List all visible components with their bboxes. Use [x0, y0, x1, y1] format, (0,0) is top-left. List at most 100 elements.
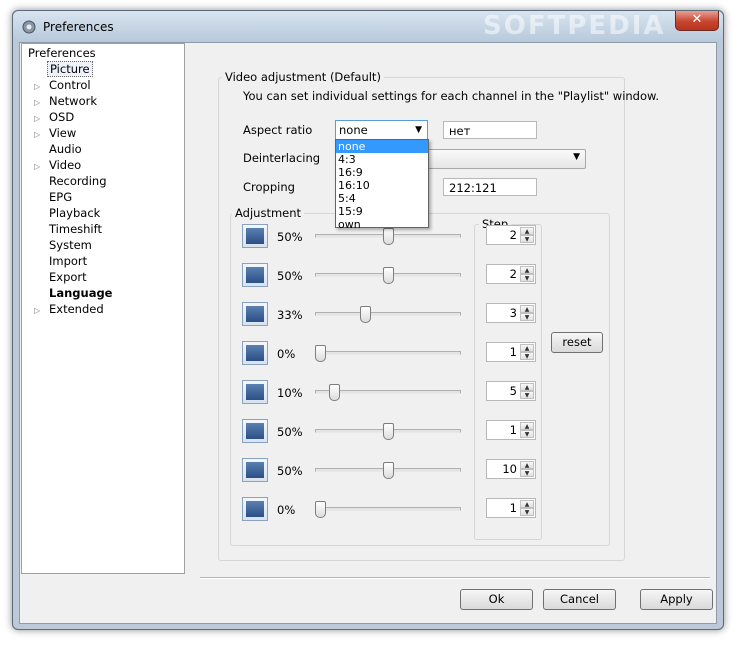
step-spinbox[interactable]: 1 ▲ ▼	[486, 498, 536, 518]
sharpness-button[interactable]	[242, 419, 268, 443]
aspect-option[interactable]: 5:4	[336, 192, 428, 205]
spin-up-icon[interactable]: ▲	[520, 344, 534, 352]
spin-down-icon[interactable]: ▼	[520, 469, 534, 477]
spin-buttons: ▲ ▼	[520, 266, 534, 282]
cancel-button[interactable]: Cancel	[543, 589, 616, 610]
adjust-slider-track[interactable]	[315, 312, 461, 316]
expand-arrow-icon[interactable]: ▷	[34, 303, 47, 319]
aspect-option[interactable]: own	[336, 218, 428, 231]
tree-item-timeshift[interactable]: Timeshift	[34, 221, 104, 237]
aspect-option[interactable]: none	[336, 140, 428, 153]
adjust-slider-thumb[interactable]	[315, 345, 326, 362]
step-spinbox[interactable]: 2 ▲ ▼	[486, 225, 536, 245]
step-spinbox[interactable]: 2 ▲ ▼	[486, 264, 536, 284]
spin-up-icon[interactable]: ▲	[520, 227, 534, 235]
adjust-slider-thumb[interactable]	[382, 423, 394, 440]
spin-up-icon[interactable]: ▲	[520, 305, 534, 313]
step-value: 1	[509, 423, 517, 437]
spin-down-icon[interactable]: ▼	[520, 430, 534, 438]
adjust-slider-thumb[interactable]	[382, 267, 394, 284]
apply-button[interactable]: Apply	[640, 589, 713, 610]
hue-button[interactable]	[242, 341, 268, 365]
tree-item-label: Extended	[49, 302, 104, 316]
tree-item-label: OSD	[49, 110, 75, 124]
spin-down-icon[interactable]: ▼	[520, 235, 534, 243]
volume-icon	[246, 462, 264, 478]
aspect-ratio-dropdown[interactable]: none 4:3 16:9 16:10 5:4 15:9 own	[335, 139, 429, 231]
contrast-icon	[246, 267, 264, 283]
tree-item-label: System	[49, 238, 92, 252]
spin-down-icon[interactable]: ▼	[520, 274, 534, 282]
tree-item-control[interactable]: ▷ Control	[34, 77, 93, 93]
ok-button[interactable]: Ok	[460, 589, 533, 610]
tree-root[interactable]: Preferences	[28, 46, 96, 60]
aspect-option[interactable]: 16:9	[336, 166, 428, 179]
aspect-ratio-select[interactable]: none ▼	[335, 120, 428, 140]
title-bar[interactable]: Preferences SOFTPEDIA ✕	[13, 11, 723, 43]
adjust-value: 10%	[277, 386, 303, 400]
aspect-option[interactable]: 15:9	[336, 205, 428, 218]
close-button[interactable]: ✕	[675, 11, 719, 31]
tree-item-picture[interactable]: Picture	[34, 61, 93, 77]
step-spinbox[interactable]: 10 ▲ ▼	[486, 459, 536, 479]
spin-up-icon[interactable]: ▲	[520, 500, 534, 508]
tree-item-playback[interactable]: Playback	[34, 205, 102, 221]
tree-item-extended[interactable]: ▷ Extended	[34, 301, 106, 317]
tree-item-audio[interactable]: Audio	[34, 141, 84, 157]
tree-item-label: Language	[49, 286, 113, 300]
adjust-slider-thumb[interactable]	[359, 306, 371, 323]
aspect-ratio-value: none	[339, 123, 368, 137]
adjust-slider-track[interactable]	[315, 507, 461, 511]
aspect-ratio-label: Aspect ratio	[243, 123, 313, 137]
reset-button[interactable]: reset	[551, 332, 603, 353]
gamma-icon	[246, 384, 264, 400]
tree-item-label: Timeshift	[49, 222, 102, 236]
tree-item-label: Recording	[49, 174, 107, 188]
aspect-option[interactable]: 16:10	[336, 179, 428, 192]
spin-up-icon[interactable]: ▲	[520, 461, 534, 469]
adjust-value: 50%	[277, 230, 303, 244]
spin-down-icon[interactable]: ▼	[520, 391, 534, 399]
tree-item-network[interactable]: ▷ Network	[34, 93, 99, 109]
step-spinbox[interactable]: 1 ▲ ▼	[486, 342, 536, 362]
adjust-slider-thumb[interactable]	[328, 384, 340, 401]
step-spinbox[interactable]: 1 ▲ ▼	[486, 420, 536, 440]
tree-item-label: Network	[49, 94, 98, 108]
spin-down-icon[interactable]: ▼	[520, 313, 534, 321]
saturation-button[interactable]	[242, 302, 268, 326]
step-spinbox[interactable]: 5 ▲ ▼	[486, 381, 536, 401]
tree-item-system[interactable]: System	[34, 237, 94, 253]
spin-up-icon[interactable]: ▲	[520, 383, 534, 391]
tree-item-language[interactable]: Language	[34, 285, 115, 301]
aspect-ratio-text[interactable]: нет	[443, 121, 537, 139]
tree-item-export[interactable]: Export	[34, 269, 89, 285]
tree-item-label: Video	[49, 158, 82, 172]
spin-up-icon[interactable]: ▲	[520, 266, 534, 274]
spin-up-icon[interactable]: ▲	[520, 422, 534, 430]
tree-item-osd[interactable]: ▷ OSD	[34, 109, 76, 125]
spin-down-icon[interactable]: ▼	[520, 508, 534, 516]
tree-item-recording[interactable]: Recording	[34, 173, 109, 189]
adjust-slider-thumb[interactable]	[382, 462, 394, 479]
brightness-button[interactable]	[242, 224, 268, 248]
dialog-client: Preferences Picture ▷ Control ▷ Network ▷ OSD ▷…	[19, 42, 717, 624]
adjust-slider-thumb[interactable]	[315, 501, 326, 518]
tree-item-view[interactable]: ▷ View	[34, 125, 78, 141]
cropping-input[interactable]: 212:121	[443, 178, 537, 196]
deinterlacing-label: Deinterlacing	[243, 151, 321, 165]
gamma-button[interactable]	[242, 380, 268, 404]
contrast-button[interactable]	[242, 263, 268, 287]
tree-item-import[interactable]: Import	[34, 253, 89, 269]
step-value: 2	[509, 267, 517, 281]
spin-down-icon[interactable]: ▼	[520, 352, 534, 360]
saturation-icon	[246, 306, 264, 322]
volume-button[interactable]	[242, 458, 268, 482]
noise-reduction-button[interactable]	[242, 497, 268, 521]
aspect-option[interactable]: 4:3	[336, 153, 428, 166]
chevron-down-icon: ▼	[573, 152, 580, 162]
bottom-separator	[200, 577, 710, 579]
tree-item-epg[interactable]: EPG	[34, 189, 74, 205]
step-spinbox[interactable]: 3 ▲ ▼	[486, 303, 536, 323]
adjust-slider-track[interactable]	[315, 351, 461, 355]
tree-item-video[interactable]: ▷ Video	[34, 157, 83, 173]
